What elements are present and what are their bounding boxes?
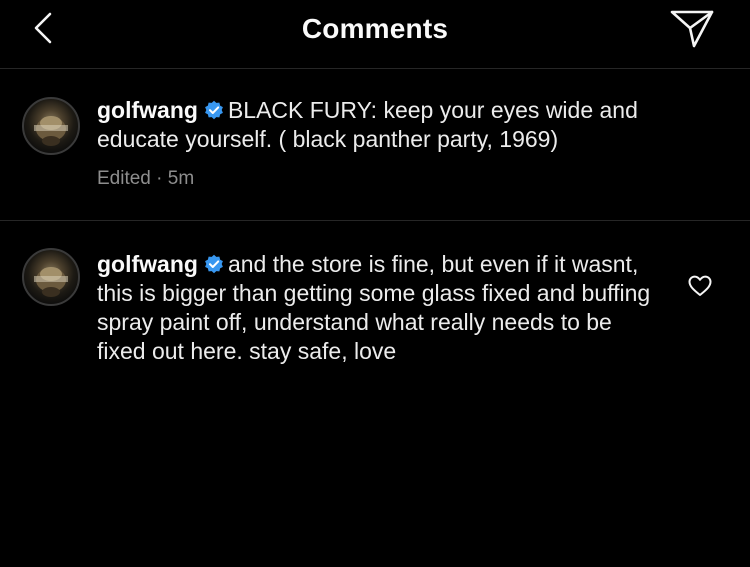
meta-separator: ·: [156, 168, 163, 189]
avatar-image: [34, 116, 68, 146]
verified-badge-icon: [205, 100, 223, 120]
avatar-image: [34, 267, 68, 297]
comment-timestamp: 5m: [167, 168, 195, 189]
like-button[interactable]: [688, 275, 712, 297]
comment-text-block: golfwang and the store is fine, but even…: [97, 250, 657, 366]
avatar[interactable]: [22, 248, 80, 306]
heart-outline-icon: [688, 275, 712, 296]
comment-text-block: golfwang BLACK FURY: keep your eyes wide…: [97, 96, 717, 154]
edited-label: Edited: [97, 168, 151, 189]
page-title: Comments: [301, 13, 449, 44]
verified-badge-icon: [205, 254, 223, 274]
comment-meta: Edited · 5m: [97, 168, 194, 190]
paper-plane-icon: [670, 10, 714, 48]
share-button[interactable]: [668, 6, 716, 50]
comment-item: golfwang and the store is fine, but even…: [0, 222, 750, 567]
comment-username[interactable]: golfwang: [97, 251, 198, 277]
comment-username[interactable]: golfwang: [97, 97, 198, 123]
avatar[interactable]: [22, 97, 80, 155]
comment-item: golfwang BLACK FURY: keep your eyes wide…: [0, 70, 750, 221]
comments-header: Comments: [0, 0, 750, 69]
